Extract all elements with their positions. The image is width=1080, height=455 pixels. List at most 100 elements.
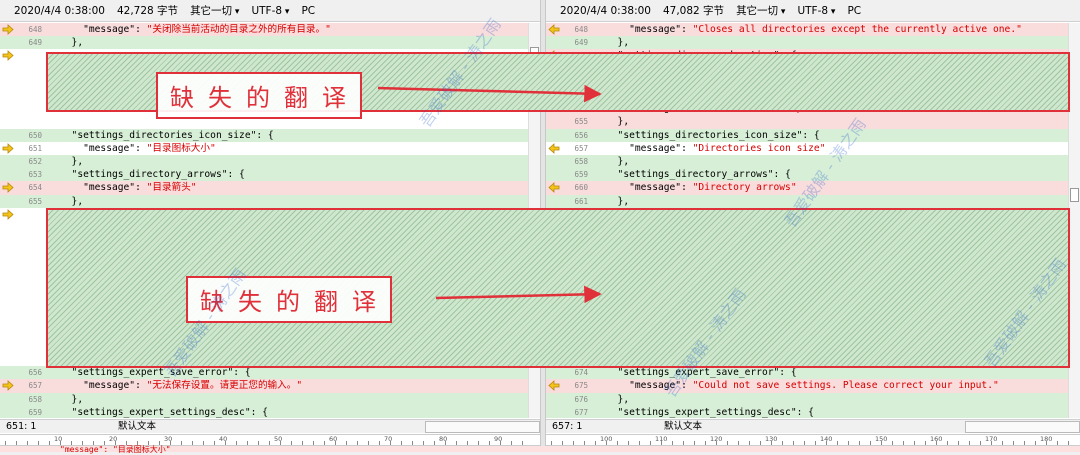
ruler-tick — [958, 441, 959, 445]
left-code-line[interactable]: 656 "settings_expert_save_error": { — [0, 366, 528, 380]
ruler-tick — [595, 441, 596, 445]
right-code-line[interactable]: 648 "message": "Closes all directories e… — [546, 23, 1068, 37]
diff-right-arrow-icon[interactable] — [2, 380, 14, 392]
left-code-line[interactable]: 655 }, — [0, 194, 528, 208]
diff-right-arrow-icon[interactable] — [2, 50, 14, 62]
json-key-text: "settings_expert_settings_desc": { — [606, 406, 814, 418]
right-code-line[interactable]: 659 "settings_directory_arrows": { — [546, 168, 1068, 182]
ruler-tick — [302, 441, 303, 445]
line-number: 656 — [28, 368, 42, 378]
ruler-tick — [991, 441, 992, 445]
json-key-text: "settings_directory_arrows": { — [60, 169, 245, 181]
right-code-line[interactable]: 649 }, — [546, 36, 1068, 50]
left-code-line[interactable]: 657 "message": "无法保存设置。请更正您的输入。" — [0, 379, 528, 393]
ruler-tick — [1057, 441, 1058, 445]
diff-right-arrow-icon[interactable] — [2, 182, 14, 194]
code-text: "message": "Directories icon size" — [606, 142, 1068, 155]
right-code-line[interactable]: 657 "message": "Directories icon size" — [546, 141, 1068, 155]
right-scroll-thumb[interactable] — [1070, 188, 1079, 202]
code-text: "message": "Could not save settings. Ple… — [606, 379, 1068, 392]
line-number: 648 — [574, 25, 588, 34]
code-text: "message": "目录图标大小" — [60, 142, 528, 155]
ruler-label: 80 — [439, 435, 448, 443]
line-number: 655 — [28, 196, 42, 206]
diff-left-arrow-icon[interactable] — [548, 380, 560, 392]
missing-translation-label-1: 缺失的翻译 — [156, 72, 362, 119]
right-mode-dropdown[interactable]: 其它一切 — [736, 3, 785, 18]
json-string-value: "目录箭头" — [146, 182, 197, 194]
right-code-line[interactable]: 675 "message": "Could not save settings.… — [546, 379, 1068, 393]
left-code-line[interactable]: 654 "message": "目录箭头" — [0, 181, 528, 195]
json-string-value: "目录图标大小" — [146, 142, 216, 154]
left-cursor-position: 651: 1 — [6, 421, 37, 432]
ruler-label: 40 — [219, 435, 228, 443]
right-code-line[interactable]: 661 }, — [546, 194, 1068, 208]
ruler-label: 20 — [109, 435, 118, 443]
ruler-tick — [782, 441, 783, 445]
ruler-tick — [511, 441, 512, 445]
json-key-text: "message": — [606, 182, 693, 194]
left-code-line[interactable]: 658 }, — [0, 392, 528, 406]
left-date: 2020/4/4 0:38:00 — [14, 4, 105, 17]
right-code-line[interactable]: 655 }, — [546, 115, 1068, 129]
diff-right-arrow-icon[interactable] — [2, 208, 14, 220]
ruler-tick — [661, 441, 662, 445]
line-number: 657 — [574, 143, 588, 153]
ruler-tick — [639, 441, 640, 445]
left-code-line[interactable]: 659 "settings_expert_settings_desc": { — [0, 405, 528, 418]
left-code-line[interactable]: 651 "message": "目录图标大小" — [0, 141, 528, 155]
left-encoding-dropdown[interactable]: UTF-8 — [251, 5, 289, 17]
right-file-info-bar: 2020/4/4 0:38:00 47,082 字节 其它一切 UTF-8 PC — [546, 0, 1080, 22]
right-code-line[interactable]: 674 "settings_expert_save_error": { — [546, 366, 1068, 380]
left-mode-dropdown[interactable]: 其它一切 — [190, 3, 239, 18]
right-date: 2020/4/4 0:38:00 — [560, 4, 651, 17]
ruler-tick — [401, 441, 402, 445]
line-number: 661 — [574, 196, 588, 206]
line-number: 649 — [574, 38, 588, 48]
json-key-text: "settings_directory_arrows": { — [606, 169, 791, 181]
code-text: "settings_expert_save_error": { — [606, 366, 1068, 379]
right-status-bar: 657: 1 默认文本 — [546, 419, 1080, 433]
right-code-line[interactable]: 656 "settings_directories_icon_size": { — [546, 128, 1068, 142]
diff-left-arrow-icon[interactable] — [548, 182, 560, 194]
code-text: }, — [60, 393, 528, 406]
ruler-tick — [1035, 441, 1036, 445]
line-number: 648 — [28, 25, 42, 34]
ruler-tick — [562, 441, 563, 445]
json-key-text: "message": — [60, 380, 147, 392]
right-code-line[interactable]: 660 "message": "Directory arrows" — [546, 181, 1068, 195]
ruler-tick — [606, 441, 607, 445]
left-code-line[interactable]: 653 "settings_directory_arrows": { — [0, 168, 528, 182]
line-number: 652 — [28, 157, 42, 166]
diff-left-arrow-icon[interactable] — [548, 24, 560, 35]
code-text: "settings_directories_icon_size": { — [60, 129, 528, 142]
json-key-text: "settings_expert_save_error": { — [606, 367, 797, 379]
right-encoding-dropdown[interactable]: UTF-8 — [797, 5, 835, 17]
right-eol: PC — [847, 4, 862, 17]
left-code-line[interactable]: 648 "message": "关闭除当前活动的目录之外的所有目录。" — [0, 23, 528, 37]
ruler-label: 90 — [494, 435, 503, 443]
ruler-tick — [914, 441, 915, 445]
left-size: 42,728 字节 — [116, 5, 179, 17]
ruler-tick — [324, 441, 325, 445]
ruler-tick — [716, 441, 717, 445]
diff-right-arrow-icon[interactable] — [2, 142, 14, 154]
left-code-line[interactable]: 649 }, — [0, 36, 528, 50]
ruler-tick — [727, 441, 728, 445]
left-code-line[interactable]: 652 }, — [0, 155, 528, 169]
json-key-text: "message": — [606, 380, 693, 392]
diff-right-arrow-icon[interactable] — [2, 24, 14, 35]
right-code-line[interactable]: 676 }, — [546, 392, 1068, 406]
left-eol: PC — [301, 4, 316, 17]
right-code-line[interactable]: 658 }, — [546, 155, 1068, 169]
right-code-line[interactable]: 677 "settings_expert_settings_desc": { — [546, 405, 1068, 418]
line-number: 650 — [28, 130, 42, 140]
ruler-tick — [848, 441, 849, 445]
ruler-tick — [335, 441, 336, 445]
diff-left-arrow-icon[interactable] — [548, 142, 560, 154]
left-horizontal-scrollbar[interactable] — [425, 421, 540, 433]
left-code-line[interactable]: 650 "settings_directories_icon_size": { — [0, 128, 528, 142]
ruler-tick — [203, 441, 204, 445]
right-horizontal-scrollbar[interactable] — [965, 421, 1080, 433]
json-string-value: "Directories icon size" — [692, 142, 826, 154]
